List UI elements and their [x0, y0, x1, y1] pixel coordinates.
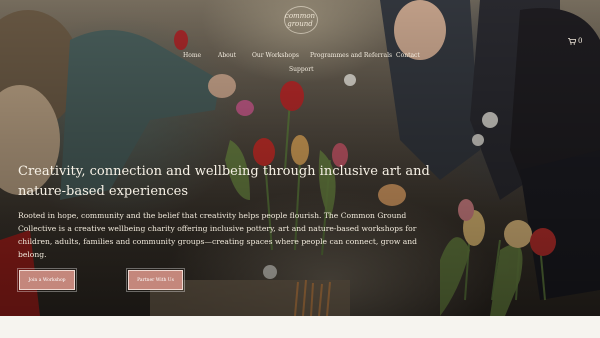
hero-dark-overlay [0, 0, 600, 316]
cart-button[interactable]: 0 [568, 37, 582, 45]
nav-item-contact[interactable]: Contact [396, 52, 420, 59]
nav-item-support[interactable]: Support [289, 66, 314, 73]
logo-text-line2: ground [287, 20, 313, 28]
cart-icon [568, 37, 576, 45]
logo-text-line1: common [284, 12, 316, 20]
join-workshop-button[interactable]: Join a Workshop [17, 268, 77, 292]
nav-item-about[interactable]: About [218, 52, 236, 59]
cart-count: 0 [578, 37, 583, 45]
nav-item-our-workshops[interactable]: Our Workshops [252, 52, 299, 59]
partner-with-us-button[interactable]: Partner With Us [126, 268, 185, 292]
nav-item-home[interactable]: Home [183, 52, 201, 59]
site-logo[interactable]: common ground [276, 6, 324, 34]
section-divider-band [0, 316, 600, 338]
hero-section: common ground Home About Our Workshops P… [0, 0, 600, 316]
hero-headline: Creativity, connection and wellbeing thr… [18, 164, 430, 199]
hero-description: Rooted in hope, community and the belief… [18, 211, 418, 259]
nav-item-programmes-and-referrals[interactable]: Programmes and Referrals [310, 52, 392, 59]
